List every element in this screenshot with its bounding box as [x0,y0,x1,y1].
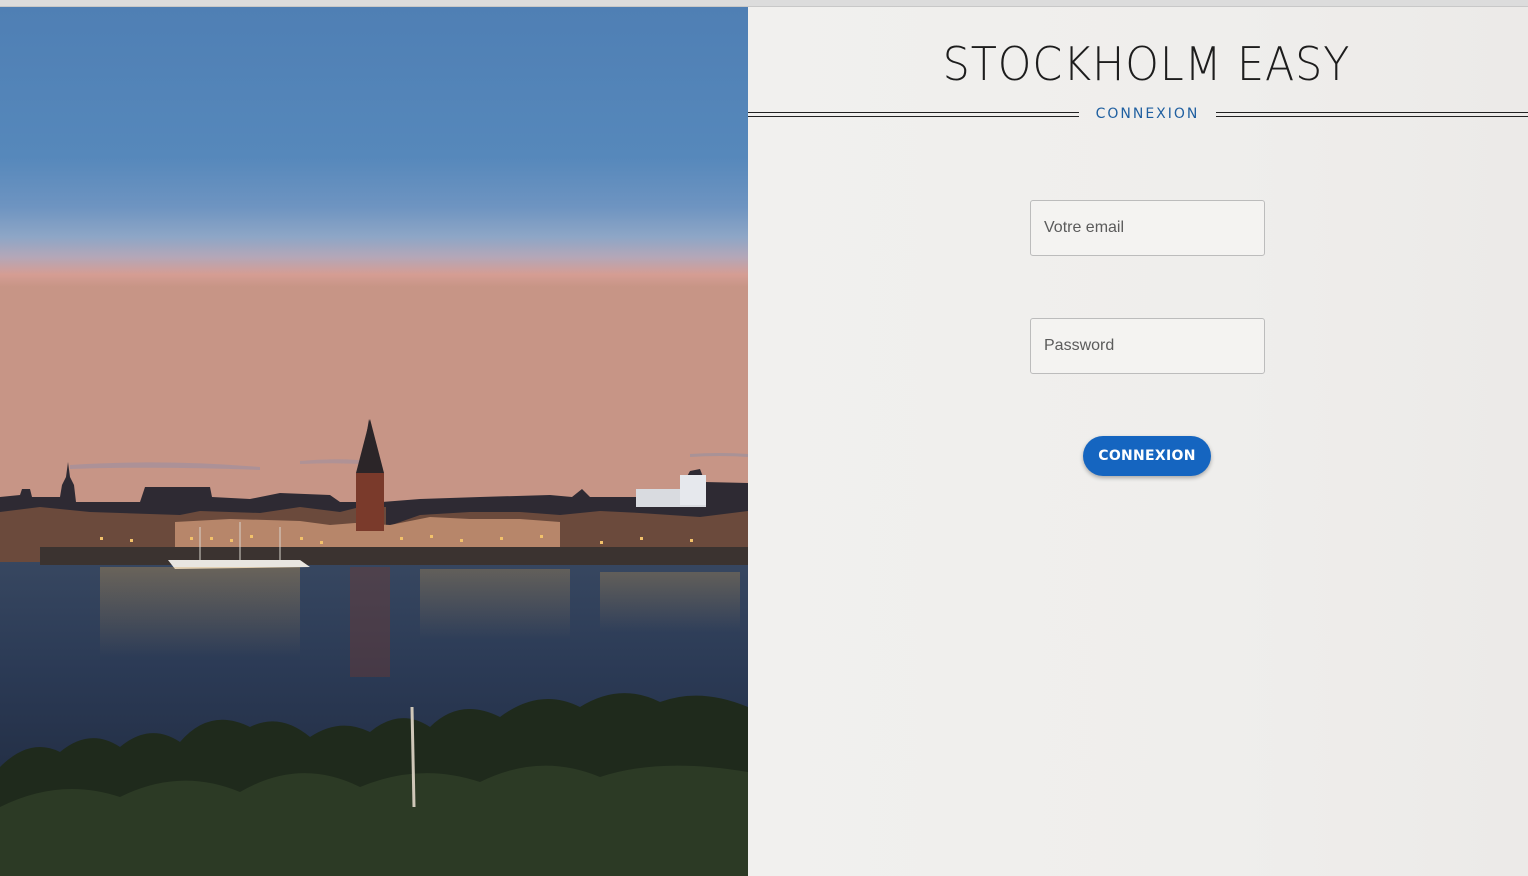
section-subtitle: CONNEXION [1095,106,1200,122]
page-title: STOCKHOLM EASY [942,37,1351,91]
browser-top-edge [0,0,1528,7]
email-field[interactable] [1030,200,1265,256]
stockholm-skyline-illustration [0,7,748,876]
login-panel: STOCKHOLM EASY CONNEXION CONNEXION [748,7,1528,876]
title-divider-right [1216,112,1528,117]
login-button[interactable]: CONNEXION [1083,436,1211,476]
hero-image [0,7,748,876]
password-field[interactable] [1030,318,1265,374]
title-divider-left [748,112,1079,117]
